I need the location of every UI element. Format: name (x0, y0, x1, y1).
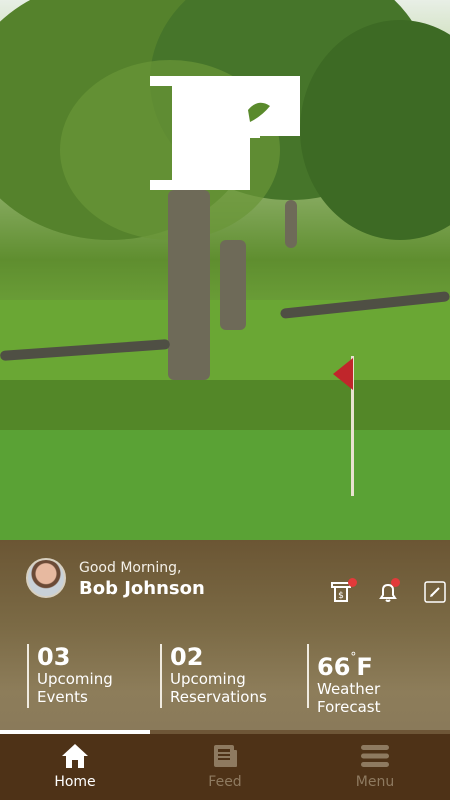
feed-icon (214, 745, 237, 767)
temperature-unit: F (356, 653, 373, 681)
tab-menu-label: Menu (355, 774, 395, 790)
tab-home-label: Home (54, 774, 96, 790)
notification-badge (391, 578, 400, 587)
greeting-row: Good Morning, Bob Johnson $ (26, 558, 446, 603)
bottom-tab-bar: Home Feed Menu (0, 730, 450, 800)
stats-row: 03 Upcoming Events 02 Upcoming Reservati… (0, 644, 450, 716)
greeting-salutation: Good Morning, (79, 560, 182, 576)
bill-badge (348, 578, 357, 587)
stat-label-line1: Upcoming (37, 670, 113, 688)
active-tab-indicator (0, 730, 150, 734)
stat-label-line2: Forecast (317, 698, 381, 716)
stat-label-line2: Reservations (170, 688, 267, 706)
stat-value: 02 (170, 643, 204, 671)
edit-icon[interactable] (423, 580, 447, 604)
stat-upcoming-events[interactable]: 03 Upcoming Events (27, 644, 147, 708)
tab-feed[interactable]: Feed (150, 730, 300, 800)
temperature-value: 66 (317, 653, 351, 681)
menu-icon (361, 745, 389, 767)
avatar[interactable] (26, 558, 66, 598)
club-logo (150, 76, 300, 190)
stat-value: 66°F (317, 644, 437, 680)
flag-icon (333, 358, 353, 390)
stat-label-line1: Weather (317, 680, 381, 698)
hero-course-image (0, 0, 450, 540)
stat-upcoming-reservations[interactable]: 02 Upcoming Reservations (160, 644, 300, 708)
tab-home[interactable]: Home (0, 730, 150, 800)
stat-weather-forecast[interactable]: 66°F Weather Forecast (307, 644, 437, 716)
bill-icon[interactable]: $ (330, 578, 357, 604)
info-panel: Good Morning, Bob Johnson $ 03 Upcoming … (0, 540, 450, 730)
tab-indicator-track (150, 730, 450, 734)
stat-label-line2: Events (37, 688, 88, 706)
bell-icon[interactable] (376, 578, 400, 604)
stat-label-line1: Upcoming (170, 670, 246, 688)
stat-value: 03 (37, 643, 71, 671)
svg-text:$: $ (338, 591, 344, 601)
user-name: Bob Johnson (79, 578, 205, 599)
home-icon (62, 744, 88, 768)
tab-feed-label: Feed (208, 774, 242, 790)
tab-menu[interactable]: Menu (300, 730, 450, 800)
